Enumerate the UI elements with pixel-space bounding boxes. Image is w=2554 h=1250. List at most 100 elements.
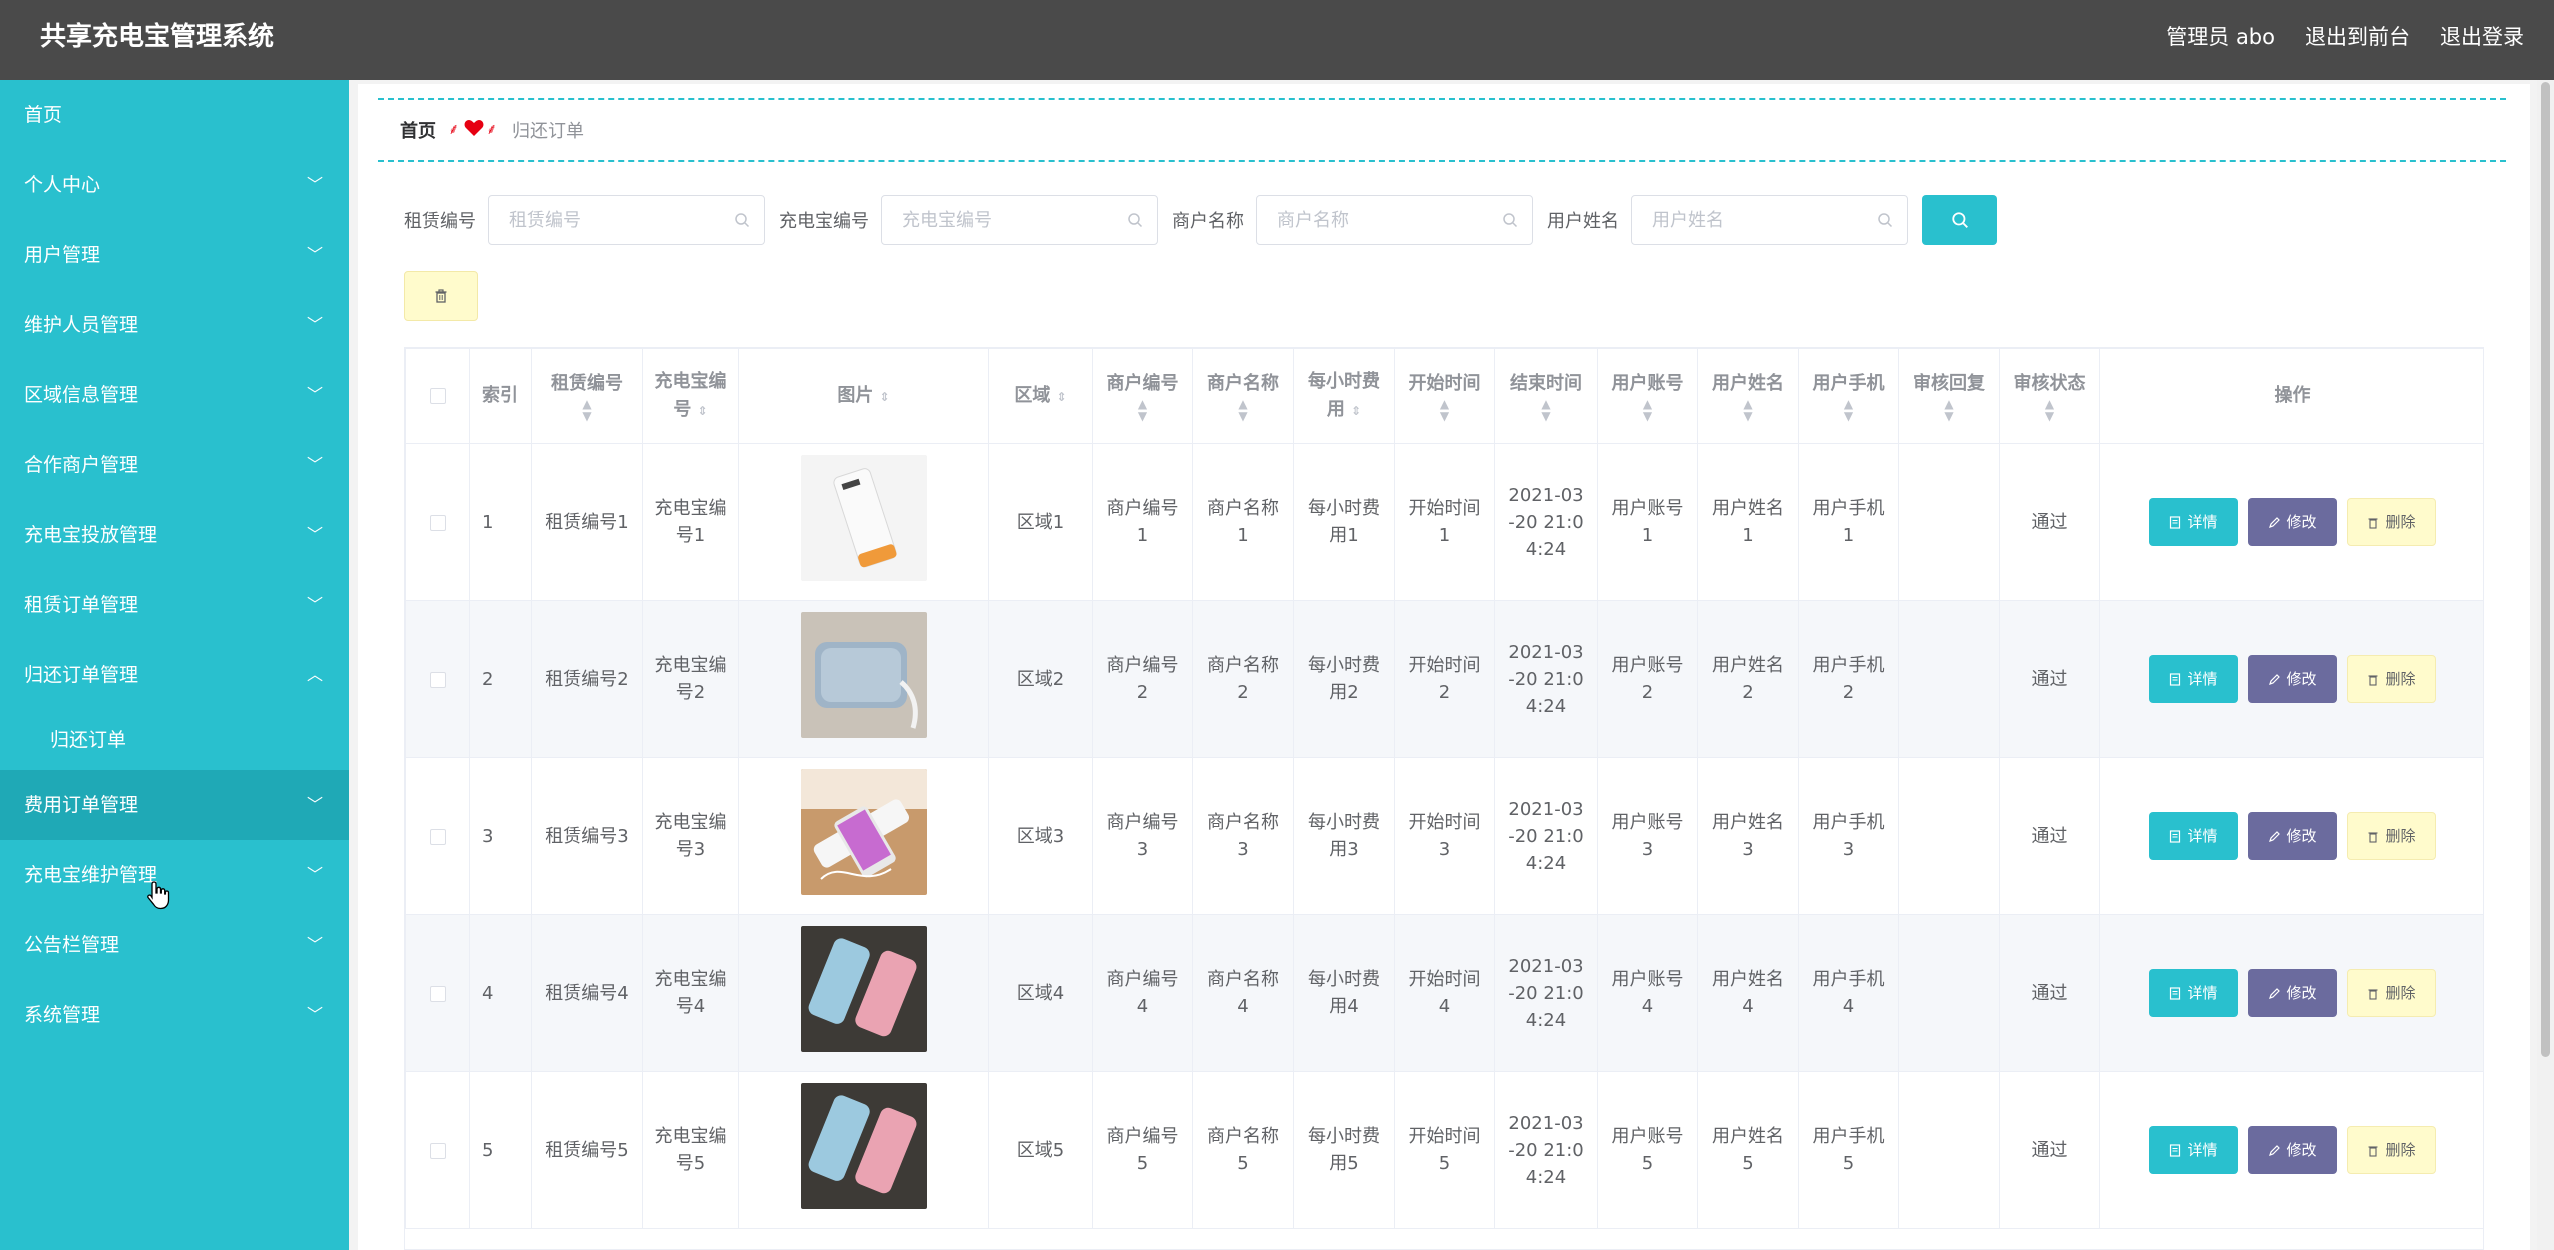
sidebar-item-notice-board[interactable]: 公告栏管理 ﹀ — [0, 910, 349, 980]
col-hourly-fee-label-2: 用 — [1326, 398, 1345, 420]
cell-area: 区域3 — [988, 757, 1093, 915]
col-user-phone[interactable]: 用户手机 ▲ ▼ — [1798, 348, 1899, 444]
edit-button[interactable]: 修改 — [2248, 655, 2337, 703]
cell-text: 5 — [1842, 1153, 1855, 1174]
col-review-status-label: 审核状态 — [2013, 373, 2086, 394]
cell-operations: 详情 修改 删除 — [2099, 1071, 2483, 1229]
scrollbar-thumb[interactable] — [2541, 82, 2550, 1057]
cell-powerbank-no: 充电宝编 号1 — [642, 443, 739, 601]
col-area[interactable]: 区域 ⇕ — [988, 348, 1093, 444]
cell-review-status: 通过 — [1999, 443, 2100, 601]
cell-text: 用2 — [1329, 682, 1359, 703]
delete-button[interactable]: 删除 — [2347, 969, 2436, 1017]
cell-powerbank-no: 充电宝编 号3 — [642, 757, 739, 915]
cell-text: -20 21:0 — [1508, 982, 1584, 1004]
powerbank-image — [800, 1083, 927, 1209]
sidebar-item-area-management[interactable]: 区域信息管理 ﹀ — [0, 360, 349, 430]
cell-text: 3 — [1641, 839, 1654, 860]
delete-label: 删除 — [2385, 826, 2416, 845]
edit-button[interactable]: 修改 — [2248, 969, 2337, 1017]
col-merchant-no[interactable]: 商户编号 ▲ ▼ — [1092, 348, 1193, 444]
logout-link[interactable]: 退出登录 — [2440, 0, 2524, 74]
col-powerbank-no[interactable]: 充电宝编号 ⇕ — [642, 348, 739, 444]
delete-button[interactable]: 删除 — [2347, 655, 2436, 703]
col-user-name[interactable]: 用户姓名 ▲ ▼ — [1697, 348, 1799, 444]
sidebar-item-home[interactable]: 首页 — [0, 80, 349, 150]
cell-text: 用户手机 — [1812, 498, 1885, 519]
edit-button[interactable]: 修改 — [2248, 812, 2337, 860]
sidebar-item-maintainer-management[interactable]: 维护人员管理 ﹀ — [0, 290, 349, 360]
powerbank-no-input[interactable] — [882, 196, 1157, 244]
cell-text: 4:24 — [1525, 695, 1567, 717]
cell-text: 5 — [1136, 1153, 1149, 1174]
row-checkbox[interactable] — [429, 985, 446, 1002]
cell-image — [738, 443, 989, 601]
delete-button[interactable]: 删除 — [2347, 812, 2436, 860]
table-row: 4 租赁编号4 充电宝编 号4 区域4 商户编号 4 商户名称 4 每小时费 用4 开始时间 4 2021… — [405, 914, 2483, 1072]
row-checkbox[interactable] — [429, 828, 446, 845]
col-start-time[interactable]: 开始时间 ▲ ▼ — [1394, 348, 1495, 444]
col-account[interactable]: 用户账号 ▲ ▼ — [1597, 348, 1698, 444]
cell-text: 3 — [1237, 839, 1249, 860]
col-merchant-name[interactable]: 商户名称 ▲ ▼ — [1192, 348, 1294, 444]
table-row: 1 租赁编号1 充电宝编 号1 区域1 商户编号 1 商户名称 1 每小时费 用1 开始时间 1 2021… — [405, 443, 2483, 601]
cell-merchant-no: 商户编号 5 — [1092, 1071, 1193, 1229]
sidebar-item-powerbank-maintenance[interactable]: 充电宝维护管理 ﹀ — [0, 840, 349, 910]
row-checkbox[interactable] — [429, 1142, 446, 1159]
col-review-status[interactable]: 审核状态 ▲ ▼ — [1999, 348, 2100, 444]
col-area-label: 区域 — [1014, 384, 1051, 406]
col-end-time[interactable]: 结束时间 ▲ ▼ — [1494, 348, 1598, 444]
search-button[interactable] — [1922, 195, 1997, 245]
user-name-label: 用户姓名 — [1547, 211, 1619, 232]
sidebar-item-powerbank-deploy[interactable]: 充电宝投放管理 ﹀ — [0, 500, 349, 570]
cell-text: 2021-03 — [1508, 1112, 1584, 1134]
detail-button[interactable]: 详情 — [2149, 1126, 2238, 1174]
detail-button[interactable]: 详情 — [2149, 969, 2238, 1017]
detail-button[interactable]: 详情 — [2149, 812, 2238, 860]
vertical-scrollbar[interactable] — [2537, 80, 2554, 1250]
svg-text:⸙: ⸙ — [486, 120, 497, 138]
exit-to-frontend-link[interactable]: 退出到前台 — [2305, 0, 2410, 74]
edit-button[interactable]: 修改 — [2248, 1126, 2337, 1174]
sort-icon: ⇕ — [1351, 403, 1362, 418]
detail-button[interactable]: 详情 — [2149, 498, 2238, 546]
rent-no-input[interactable] — [489, 196, 764, 244]
cell-text: 2021-03 — [1508, 955, 1584, 977]
cell-text: 充电宝编 — [654, 1126, 727, 1147]
sidebar-item-merchant-management[interactable]: 合作商户管理 ﹀ — [0, 430, 349, 500]
col-review-reply[interactable]: 审核回复 ▲ ▼ — [1898, 348, 2000, 444]
powerbank-image — [800, 612, 927, 738]
sidebar-item-user-management[interactable]: 用户管理 ﹀ — [0, 220, 349, 290]
breadcrumb-home[interactable]: 首页 — [400, 117, 436, 143]
content-panel: 首页 ⸙⸙ 归还订单 租赁编号 充电宝编号 商户名称 用户姓名 — [358, 84, 2530, 1250]
sidebar-item-label: 区域信息管理 — [24, 384, 139, 406]
sidebar-item-return-orders[interactable]: 归还订单管理 ︿ — [0, 640, 349, 710]
user-name-input[interactable] — [1632, 196, 1907, 244]
detail-label: 详情 — [2187, 826, 2218, 845]
cell-text: 2 — [1641, 682, 1654, 703]
heart-icon: ⸙ ⸙ — [448, 117, 500, 143]
sidebar-item-personal-center[interactable]: 个人中心 ﹀ — [0, 150, 349, 220]
user-name-input-wrap — [1631, 195, 1908, 245]
sidebar-item-rental-orders[interactable]: 租赁订单管理 ﹀ — [0, 570, 349, 640]
cell-text: 商户名称 — [1207, 969, 1279, 990]
sort-icon: ▲ ▼ — [1238, 397, 1248, 423]
cell-review-reply — [1898, 757, 2000, 915]
edit-button[interactable]: 修改 — [2248, 498, 2337, 546]
row-checkbox[interactable] — [429, 671, 446, 688]
submenu-item-return-order[interactable]: 归还订单 — [0, 710, 349, 770]
cell-merchant-name: 商户名称 2 — [1192, 600, 1294, 758]
row-checkbox[interactable] — [429, 514, 446, 531]
sidebar-item-system-management[interactable]: 系统管理 ﹀ — [0, 980, 349, 1050]
col-rent-no[interactable]: 租赁编号 ▲ ▼ — [531, 348, 643, 444]
sidebar-item-fee-orders[interactable]: 费用订单管理 ﹀ — [0, 770, 349, 840]
delete-button[interactable]: 删除 — [2347, 498, 2436, 546]
col-hourly-fee[interactable]: 每小时费用 ⇕ — [1293, 348, 1395, 444]
select-all-checkbox[interactable] — [429, 388, 446, 404]
delete-button[interactable]: 删除 — [2347, 1126, 2436, 1174]
batch-delete-button[interactable] — [404, 271, 478, 321]
admin-user-label: 管理员 abo — [2166, 25, 2275, 49]
merchant-name-input[interactable] — [1257, 196, 1532, 244]
col-image[interactable]: 图片 ⇕ — [738, 348, 989, 444]
detail-button[interactable]: 详情 — [2149, 655, 2238, 703]
